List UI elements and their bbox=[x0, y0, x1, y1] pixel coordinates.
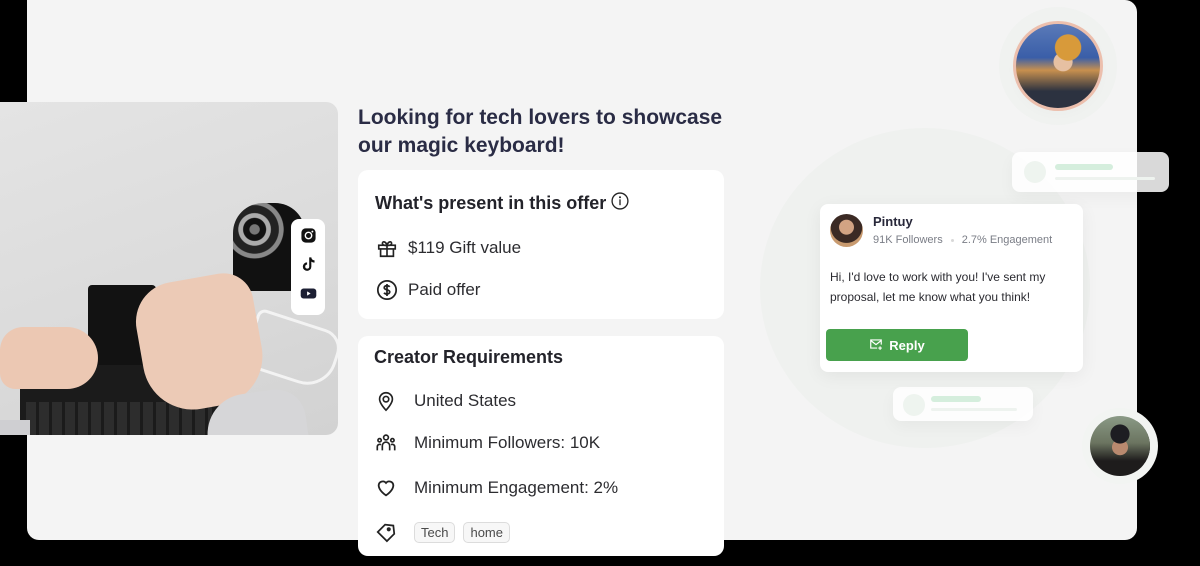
message-text: Hi, I'd love to work with you! I've sent… bbox=[830, 270, 1046, 304]
offer-item-label: Paid offer bbox=[408, 280, 481, 299]
offer-item-label: $119 Gift value bbox=[408, 238, 522, 257]
creator-avatar-woman bbox=[1013, 21, 1103, 111]
photo-left-hand bbox=[0, 327, 98, 389]
users-icon bbox=[374, 431, 398, 455]
offer-item: $119 Gift value bbox=[375, 236, 521, 260]
category-tag: home bbox=[463, 521, 510, 543]
requirement-item: United States bbox=[374, 389, 516, 413]
offer-card: What's present in this offer $119 Gift v… bbox=[358, 170, 724, 319]
requirement-label: Minimum Engagement: 2% bbox=[414, 478, 619, 497]
stage: Looking for tech lovers to showcase our … bbox=[0, 0, 1200, 566]
placeholder-avatar bbox=[903, 394, 925, 416]
requirements-title: Creator Requirements bbox=[374, 347, 564, 367]
reply-button[interactable]: Reply bbox=[826, 329, 968, 361]
gift-icon bbox=[375, 236, 399, 260]
placeholder-card bbox=[893, 387, 1033, 421]
placeholder-avatar bbox=[1024, 161, 1046, 183]
tiktok-icon[interactable] bbox=[300, 256, 317, 278]
creator-engagement: 2.7% Engagement bbox=[961, 234, 1053, 246]
placeholder-card bbox=[1012, 152, 1169, 192]
placeholder-line bbox=[1055, 177, 1155, 180]
creator-stats: 91K Followers 2.7% Engagement bbox=[873, 234, 1052, 246]
offer-card-title: What's present in this offer bbox=[375, 193, 607, 213]
requirement-item: Minimum Engagement: 2% bbox=[374, 476, 618, 500]
photo-left-sleeve bbox=[0, 420, 30, 435]
creator-followers: 91K Followers bbox=[873, 234, 943, 246]
requirement-tags-row: Tech home bbox=[374, 520, 518, 544]
requirement-label: Minimum Followers: 10K bbox=[414, 433, 601, 452]
youtube-icon[interactable] bbox=[300, 285, 317, 307]
offer-headline: Looking for tech lovers to showcase our … bbox=[358, 106, 723, 157]
creator-message-card: Pintuy 91K Followers 2.7% Engagement Hi,… bbox=[820, 204, 1083, 372]
offer-item: Paid offer bbox=[375, 278, 480, 302]
tag-icon bbox=[374, 520, 398, 544]
location-pin-icon bbox=[374, 389, 398, 413]
placeholder-line bbox=[931, 408, 1017, 411]
reply-label: Reply bbox=[889, 337, 925, 353]
offer-card-title-row: What's present in this offer bbox=[375, 191, 630, 216]
dollar-circle-icon bbox=[375, 278, 399, 302]
instagram-icon[interactable] bbox=[300, 227, 317, 249]
placeholder-line bbox=[931, 396, 981, 402]
info-icon[interactable] bbox=[610, 191, 630, 216]
placeholder-line bbox=[1055, 164, 1113, 170]
creator-name: Pintuy bbox=[873, 214, 913, 229]
product-photo bbox=[0, 102, 338, 435]
requirement-item: Minimum Followers: 10K bbox=[374, 431, 600, 455]
mail-plus-icon bbox=[869, 337, 883, 354]
requirements-card: Creator Requirements United States Minim… bbox=[358, 336, 724, 556]
category-tag: Tech bbox=[414, 521, 456, 543]
creator-avatar bbox=[830, 214, 863, 247]
social-platforms bbox=[291, 219, 325, 315]
requirement-label: United States bbox=[414, 391, 517, 410]
stats-separator bbox=[950, 238, 954, 242]
creator-avatar-man bbox=[1090, 416, 1150, 476]
heart-icon bbox=[374, 476, 398, 500]
